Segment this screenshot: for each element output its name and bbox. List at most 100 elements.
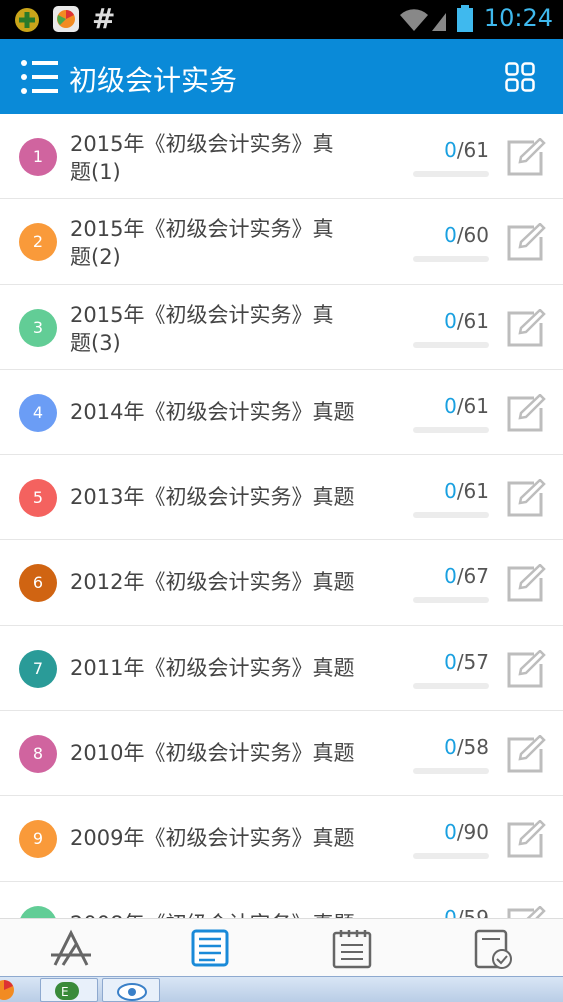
app-store-icon[interactable]: [49, 929, 93, 969]
edit-icon[interactable]: [506, 564, 546, 602]
edit-icon[interactable]: [506, 393, 546, 432]
item-progress-bar: [413, 682, 489, 689]
edit-icon[interactable]: [506, 820, 546, 858]
item-progress-done: 0: [444, 735, 457, 760]
os-taskbar: E: [0, 976, 563, 1002]
list-item[interactable]: 7 2011年《初级会计实务》真题 0/57: [0, 625, 563, 712]
edit-icon[interactable]: [506, 735, 546, 773]
item-progress-total: /61: [456, 393, 489, 418]
item-title-line1: 2015年《初级会计实务》真: [70, 217, 334, 242]
item-progress-bar: [413, 426, 489, 433]
taskbar-button-2[interactable]: [102, 978, 160, 1002]
item-progress-bar: [413, 512, 489, 519]
item-progress-total: /61: [456, 479, 489, 504]
item-title-line2: 题(2): [70, 245, 121, 270]
item-number-badge: 7: [19, 649, 57, 688]
item-title-line1: 2008年《初级会计实务》真题: [70, 910, 390, 918]
item-title-line1: 2010年《初级会计实务》真题: [70, 741, 355, 766]
taskbar-button-1[interactable]: E: [40, 978, 98, 1002]
item-progress: 0/67: [413, 564, 489, 588]
item-progress-total: /60: [456, 223, 489, 248]
list-item[interactable]: 1 2015年《初级会计实务》真 题(1) 0/61: [0, 114, 563, 200]
edit-icon[interactable]: [506, 308, 546, 347]
list-item[interactable]: 6 2012年《初级会计实务》真题 0/67: [0, 540, 563, 626]
item-title-line2: 题(3): [70, 330, 121, 355]
app-notification-icon: [15, 8, 39, 32]
item-progress: 0/58: [413, 735, 489, 759]
list-item[interactable]: 3 2015年《初级会计实务》真 题(3) 0/61: [0, 284, 563, 370]
item-title-line1: 2015年《初级会计实务》真: [70, 132, 334, 156]
item-progress: 0/90: [413, 820, 489, 844]
item-progress-total: /57: [456, 649, 489, 674]
battery-icon: [457, 5, 473, 32]
edit-icon[interactable]: [506, 479, 546, 517]
edit-icon[interactable]: [506, 649, 546, 688]
item-title-line1: 2011年《初级会计实务》真题: [70, 655, 355, 680]
edit-icon[interactable]: [506, 223, 546, 261]
item-progress-bar: [413, 256, 489, 263]
svg-text:E: E: [61, 985, 69, 999]
list-item[interactable]: 4 2014年《初级会计实务》真题 0/61: [0, 369, 563, 456]
item-title-line2: 题(1): [70, 160, 121, 184]
item-title-line1: 2012年《初级会计实务》真题: [70, 570, 355, 595]
item-title: 2015年《初级会计实务》真 题(1): [70, 130, 390, 186]
document-list-icon[interactable]: [189, 929, 233, 969]
item-progress: 0/61: [413, 479, 489, 503]
item-number-badge: 9: [19, 820, 57, 859]
item-title-line1: 2015年《初级会计实务》真: [70, 302, 334, 327]
item-title: 2010年《初级会计实务》真题: [70, 739, 390, 767]
item-title: 2015年《初级会计实务》真 题(3): [70, 301, 390, 357]
exam-check-icon[interactable]: [470, 929, 514, 969]
item-title: 2015年《初级会计实务》真 题(2): [70, 215, 390, 271]
item-progress-bar: [413, 341, 489, 348]
item-progress-done: 0: [444, 905, 457, 918]
list-item[interactable]: 8 2010年《初级会计实务》真题 0/58: [0, 711, 563, 797]
item-progress-total: /59: [456, 905, 489, 918]
item-progress-done: 0: [444, 138, 457, 162]
item-number-badge: 6: [19, 564, 57, 603]
item-number-badge: 4: [19, 393, 57, 432]
item-progress: 0/60: [413, 223, 489, 247]
item-title-line1: 2009年《初级会计实务》真题: [70, 826, 355, 851]
item-title-line1: 2014年《初级会计实务》真题: [70, 399, 355, 424]
item-title: 2014年《初级会计实务》真题: [70, 398, 390, 426]
item-progress-done: 0: [444, 564, 457, 589]
item-title: 2011年《初级会计实务》真题: [70, 654, 390, 682]
list-item[interactable]: 9 2009年《初级会计实务》真题 0/90: [0, 796, 563, 882]
item-progress: 0/57: [413, 650, 489, 674]
wifi-signal-icon: [400, 9, 446, 31]
status-bar: # 10:24: [0, 0, 563, 39]
item-progress-done: 0: [444, 479, 457, 504]
item-title: 2009年《初级会计实务》真题: [70, 824, 390, 852]
item-progress: 0/61: [413, 309, 489, 333]
page-title: 初级会计实务: [69, 64, 238, 97]
item-progress-done: 0: [444, 393, 457, 418]
item-progress-done: 0: [444, 308, 457, 333]
edit-icon[interactable]: [506, 905, 546, 918]
item-progress-done: 0: [444, 820, 457, 845]
list-item[interactable]: 10 2008年《初级会计实务》真题 0/59: [0, 881, 563, 918]
item-progress-total: /61: [456, 138, 489, 162]
list-item[interactable]: 5 2013年《初级会计实务》真题 0/61: [0, 455, 563, 541]
item-number-badge: 8: [19, 735, 57, 774]
item-title-line1: 2013年《初级会计实务》真题: [70, 485, 355, 510]
item-progress-done: 0: [444, 223, 457, 248]
taskbar-app-icon: E: [55, 982, 79, 1000]
item-number-badge: 10: [19, 905, 57, 918]
notepad-icon[interactable]: [330, 929, 374, 969]
edit-icon[interactable]: [506, 138, 546, 176]
item-progress: 0/61: [413, 138, 489, 162]
item-title: 2008年《初级会计实务》真题: [70, 910, 390, 918]
item-number-badge: 3: [19, 308, 57, 347]
list-item[interactable]: 2 2015年《初级会计实务》真 题(2) 0/60: [0, 199, 563, 285]
grid-view-icon[interactable]: [505, 62, 535, 92]
item-progress-total: /61: [456, 308, 489, 333]
item-number-badge: 2: [19, 223, 57, 262]
menu-icon[interactable]: [20, 59, 60, 95]
item-title: 2012年《初级会计实务》真题: [70, 568, 390, 596]
item-progress-bar: [413, 768, 489, 775]
item-progress-bar: [413, 597, 489, 604]
taskbar-browser-icon[interactable]: [0, 979, 14, 1001]
item-progress: 0/61: [413, 394, 489, 418]
exam-list: 1 2015年《初级会计实务》真 题(1) 0/61 2 2015年《初级会计实…: [0, 114, 563, 918]
